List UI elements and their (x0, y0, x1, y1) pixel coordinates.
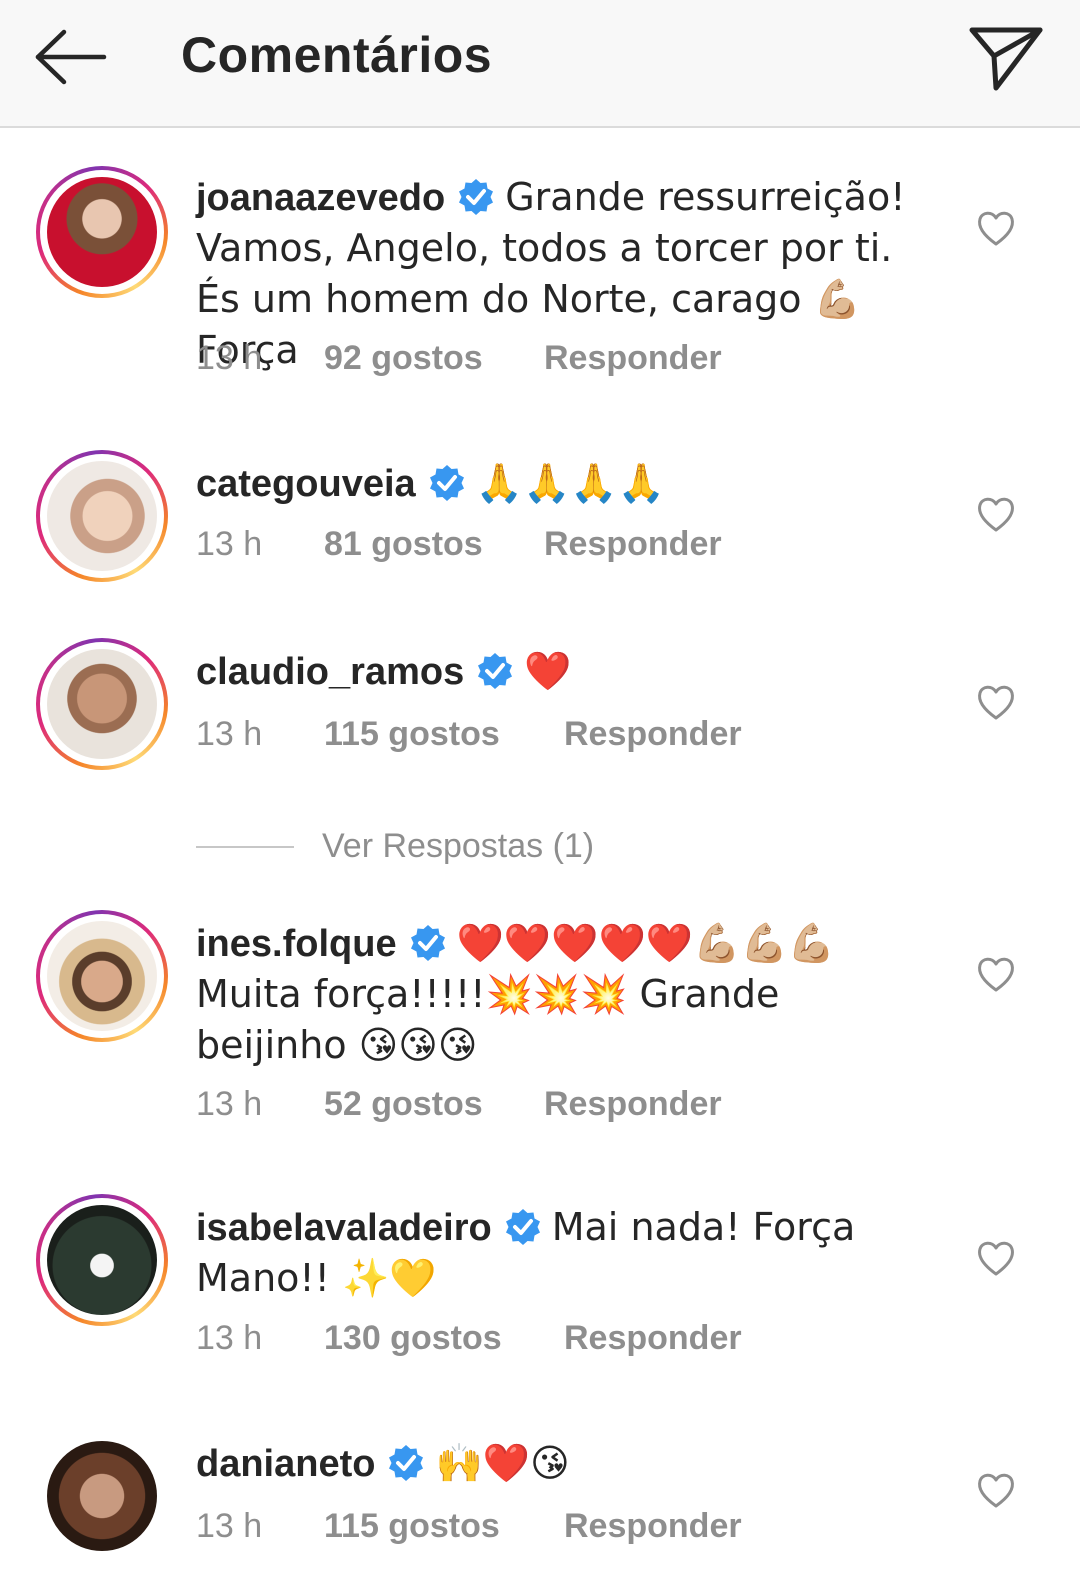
comment-username[interactable]: ines.folque (196, 923, 397, 965)
page-title: Comentários (181, 27, 493, 83)
avatar[interactable] (36, 450, 168, 582)
reply-button[interactable]: Responder (564, 712, 742, 756)
comment-likes[interactable]: 115 gostos (324, 1504, 500, 1548)
share-button[interactable] (966, 18, 1046, 98)
reply-button[interactable]: Responder (544, 1082, 722, 1126)
verified-badge-icon (478, 653, 513, 689)
comment-likes[interactable]: 115 gostos (324, 712, 500, 756)
verified-badge-icon (389, 1445, 424, 1481)
divider (196, 846, 294, 848)
top-bar: Comentários (0, 0, 1080, 128)
comment-text: 🙏🙏🙏🙏 (475, 461, 665, 505)
avatar[interactable] (36, 1194, 168, 1326)
reply-button[interactable]: Responder (564, 1504, 742, 1548)
heart-icon[interactable] (974, 680, 1018, 724)
comment-time: 13 h (196, 339, 263, 377)
comment-likes[interactable]: 52 gostos (324, 1082, 483, 1126)
comment-body: categouveia 🙏🙏🙏🙏 (196, 458, 936, 509)
comment-time: 13 h (196, 715, 263, 753)
verified-badge-icon (410, 925, 445, 961)
avatar[interactable] (36, 166, 168, 298)
verified-badge-icon (429, 465, 464, 501)
verified-badge-icon (505, 1209, 540, 1245)
comment-username[interactable]: isabelavaladeiro (196, 1207, 492, 1249)
comment-text: ❤️ (524, 649, 572, 693)
comment-likes[interactable]: 81 gostos (324, 522, 483, 566)
reply-button[interactable]: Responder (544, 522, 722, 566)
view-replies-button[interactable]: Ver Respostas (1) (196, 824, 796, 868)
avatar[interactable] (36, 1430, 168, 1562)
comment-text: 🙌❤️😘 (435, 1441, 570, 1485)
heart-icon[interactable] (974, 1236, 1018, 1280)
arrow-left-icon (35, 29, 107, 85)
comment-time: 13 h (196, 1507, 263, 1545)
reply-button[interactable]: Responder (544, 336, 722, 380)
comment-username[interactable]: categouveia (196, 463, 416, 505)
reply-button[interactable]: Responder (564, 1316, 742, 1360)
paper-plane-icon (969, 27, 1043, 91)
comment-body: claudio_ramos ❤️ (196, 646, 936, 697)
back-button[interactable] (30, 22, 110, 92)
comment-body: isabelavaladeiro Mai nada! Força Mano!! ✨… (196, 1202, 936, 1304)
comment-time: 13 h (196, 1085, 263, 1123)
avatar[interactable] (36, 638, 168, 770)
heart-icon[interactable] (974, 206, 1018, 250)
comment-likes[interactable]: 130 gostos (324, 1316, 502, 1360)
heart-icon[interactable] (974, 492, 1018, 536)
verified-badge-icon (459, 179, 494, 215)
comment-likes[interactable]: 92 gostos (324, 336, 483, 380)
comment-body: danianeto 🙌❤️😘 (196, 1438, 936, 1489)
view-replies-label: Ver Respostas (1) (322, 827, 595, 865)
heart-icon[interactable] (974, 1468, 1018, 1512)
comment-username[interactable]: danianeto (196, 1443, 375, 1485)
comment-time: 13 h (196, 525, 263, 563)
avatar[interactable] (36, 910, 168, 1042)
comment-time: 13 h (196, 1319, 263, 1357)
comment-username[interactable]: joanaazevedo (196, 177, 445, 219)
comment-body: ines.folque ❤️❤️❤️❤️❤️💪🏼💪🏼💪🏼 Muita força!… (196, 918, 936, 1071)
comment-username[interactable]: claudio_ramos (196, 651, 464, 693)
heart-icon[interactable] (974, 952, 1018, 996)
